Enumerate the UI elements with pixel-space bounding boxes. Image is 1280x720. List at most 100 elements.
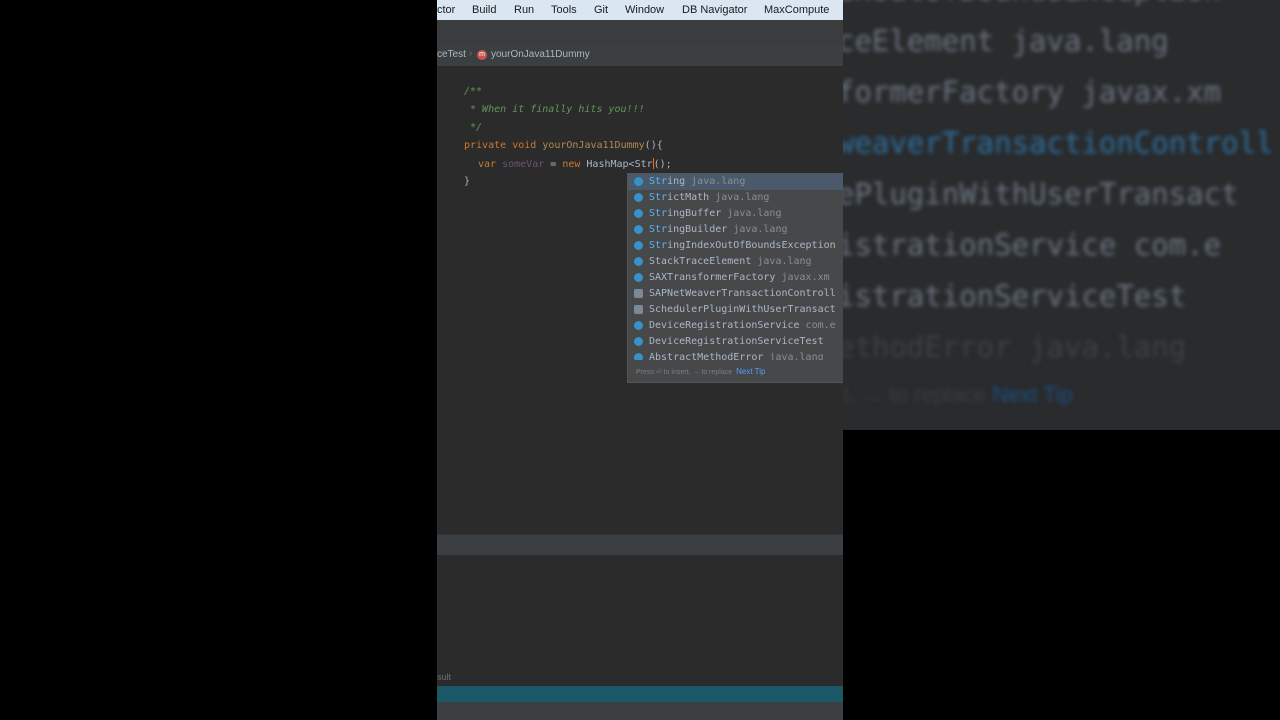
completion-popup: String java.lang StrictMath java.lang St… [627,173,843,383]
breadcrumb: ceTest › m yourOnJava11Dummy [437,45,843,67]
completion-item[interactable]: String java.lang [628,174,843,190]
menu-item-refactor[interactable]: ctor [437,4,455,16]
breadcrumb-method[interactable]: yourOnJava11Dummy [491,49,590,60]
blurred-footer-text: t, → to replace [843,382,987,407]
completion-package: javax.xm [781,272,830,283]
completion-rest: ictMath [667,192,710,203]
completion-package: com.e [805,320,836,331]
completion-match: Str [649,240,668,251]
tool-window-header [437,534,843,556]
run-pane-label: sult [437,672,452,682]
completion-match: Str [649,192,668,203]
blurred-zoom-panel: exOutOfBoundsException ceElement java.la… [843,0,1280,430]
keyword-new: new [562,159,581,170]
completion-match: SAPNetWeaverTransactionControll [649,288,836,299]
code-comment-close: */ [464,122,483,133]
class-icon [634,273,643,282]
blurred-line: ePluginWithUserTransact [843,177,1239,211]
blurred-line: formerFactory javax.xm [843,75,1222,109]
assign-operator: = [544,159,563,170]
completion-package: java.lang [715,192,770,203]
completion-match: Str [649,176,668,187]
completion-package: java.lang [727,208,782,219]
completion-package: java.lang [733,224,788,235]
blurred-next-tip: Next Tip [992,382,1073,407]
completion-hint: Press ⏎ to insert, → to replace Next Tip [636,367,765,376]
completion-rest: ingIndexOutOfBoundsException [667,240,836,251]
menu-bar: ctor Build Run Tools Git Window DB Navig… [437,0,843,20]
code-comment-text: * When it finally hits you!!! [464,104,645,115]
blurred-footer: t, → to replace Next Tip [843,382,1073,408]
status-accent-bar [437,686,843,702]
breadcrumb-class[interactable]: ceTest [437,49,466,60]
class-icon [634,321,643,330]
completion-match: AbstractMethodError [649,352,764,360]
completion-item[interactable]: SAPNetWeaverTransactionControll [628,286,843,302]
class-icon [634,177,643,186]
keyword-private: private [464,140,507,151]
toolbar [437,20,843,46]
completion-rest: ing [667,176,686,187]
class-icon [634,193,643,202]
completion-package: java.lang [691,176,746,187]
blurred-line: istrationService com.e [843,228,1222,262]
completion-item[interactable]: StringIndexOutOfBoundsException [628,238,843,254]
menu-item-tools[interactable]: Tools [551,4,577,16]
blurred-line: ceElement java.lang [843,24,1169,58]
completion-item[interactable]: SchedulerPluginWithUserTransact [628,302,843,318]
library-class-icon [634,305,643,314]
blurred-text-block: exOutOfBoundsException ceElement java.la… [843,0,1274,373]
code-method-declaration: private void yourOnJava11Dummy(){ [464,140,663,151]
blurred-line: ethodError java.lang [843,330,1187,364]
menu-item-maxcompute[interactable]: MaxCompute [764,4,829,16]
completion-package: java.lang [769,352,824,360]
completion-item[interactable]: StringBuilder java.lang [628,222,843,238]
next-tip-link[interactable]: Next Tip [736,367,765,376]
constructor-call: (); [653,159,672,170]
menu-item-build[interactable]: Build [472,4,496,16]
code-var-line: var someVar = new HashMap<Str(); [478,158,672,170]
class-icon [634,241,643,250]
breadcrumb-separator-icon: › [469,48,473,59]
keyword-var: var [478,159,497,170]
menu-item-run[interactable]: Run [514,4,534,16]
code-closing-brace: } [464,176,471,187]
run-pane: sult [437,555,843,686]
completion-item[interactable]: DeviceRegistrationServiceTest [628,334,843,350]
keyword-void: void [512,140,537,151]
completion-item[interactable]: AbstractMethodError java.lang [628,350,843,360]
completion-match: StackTraceElement [649,256,752,267]
menu-item-window[interactable]: Window [625,4,664,16]
completion-rest: ingBuffer [667,208,722,219]
menu-item-git[interactable]: Git [594,4,608,16]
completion-match: SchedulerPluginWithUserTransact [649,304,836,315]
completion-item[interactable]: StackTraceElement java.lang [628,254,843,270]
completion-item[interactable]: SAXTransformerFactory javax.xm [628,270,843,286]
completion-match: Str [649,208,668,219]
method-name: yourOnJava11Dummy [542,140,645,151]
method-parens: (){ [644,140,663,151]
variable-name: someVar [502,159,545,170]
type-expression: HashMap<Str [586,159,653,170]
completion-hint-text: Press ⏎ to insert, → to replace [636,369,733,376]
code-comment-open: /** [464,86,483,97]
completion-item[interactable]: StrictMath java.lang [628,190,843,206]
ide-window: ctor Build Run Tools Git Window DB Navig… [437,0,843,720]
class-icon [634,337,643,346]
completion-rest: ingBuilder [667,224,728,235]
code-editor[interactable]: /** * When it finally hits you!!! */ pri… [437,66,843,534]
completion-package: java.lang [757,256,812,267]
class-icon [634,257,643,266]
completion-match: SAXTransformerFactory [649,272,776,283]
status-bar [437,702,843,720]
completion-item[interactable]: StringBuffer java.lang [628,206,843,222]
method-icon: m [477,50,487,60]
blurred-line: exOutOfBoundsException [843,0,1274,16]
class-icon [634,225,643,234]
completion-match: DeviceRegistrationService [649,320,800,331]
class-icon [634,209,643,218]
menu-item-db-navigator[interactable]: DB Navigator [682,4,747,16]
blurred-line: istrationServiceTest [843,279,1187,313]
completion-match: Str [649,224,668,235]
completion-item[interactable]: DeviceRegistrationService com.e [628,318,843,334]
